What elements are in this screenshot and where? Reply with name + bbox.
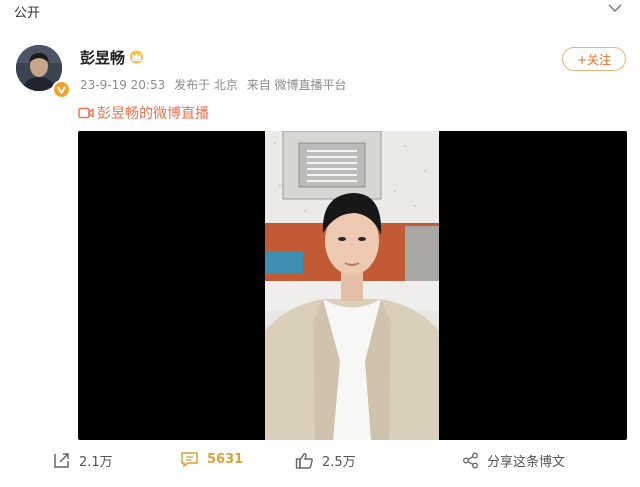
post-location: 发布于 北京	[174, 78, 238, 92]
post-topbar: 公开	[0, 0, 640, 21]
comment-button[interactable]: 5631	[180, 451, 243, 468]
repost-button[interactable]: 2.1万	[52, 451, 113, 470]
crown-icon	[128, 49, 145, 64]
action-bar: 2.1万 5631 2.5万 分享这条博文	[0, 447, 640, 479]
visibility-label: 公开	[14, 6, 41, 21]
like-icon	[295, 453, 313, 469]
verified-icon	[52, 80, 71, 99]
live-link[interactable]: 彭昱畅的微博直播	[78, 103, 209, 123]
post-time[interactable]: 23-9-19 20:53	[80, 78, 165, 92]
comment-count: 5631	[207, 452, 244, 467]
post-source[interactable]: 来自 微博直播平台	[247, 78, 347, 92]
live-video-icon	[78, 107, 94, 119]
live-video-player[interactable]	[78, 131, 627, 440]
comment-icon	[181, 452, 198, 468]
live-link-label: 彭昱畅的微博直播	[97, 106, 209, 122]
share-button[interactable]: 分享这条博文	[462, 451, 565, 470]
follow-button[interactable]: +关注	[562, 47, 626, 71]
chevron-down-icon[interactable]	[604, 0, 626, 17]
like-button[interactable]: 2.5万	[295, 451, 356, 470]
repost-icon	[54, 453, 69, 468]
video-frame	[265, 131, 439, 440]
like-count: 2.5万	[322, 455, 356, 470]
post-meta: 23-9-19 20:53 发布于 北京 来自 微博直播平台	[80, 76, 352, 93]
repost-count: 2.1万	[79, 455, 113, 470]
weibo-post: 公开 彭昱畅 23-9-19 20:53 发布于 北京 来自 微博直播平台 +关…	[0, 0, 640, 487]
author-name[interactable]: 彭昱畅	[80, 47, 125, 68]
share-label: 分享这条博文	[487, 455, 566, 470]
share-icon	[463, 452, 478, 469]
